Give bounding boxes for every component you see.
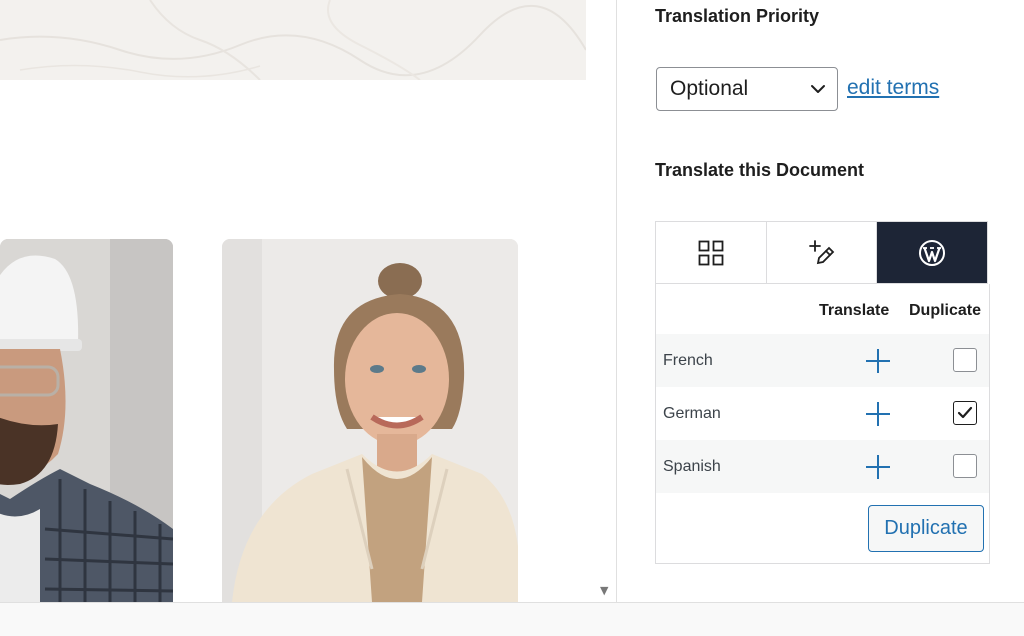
table-row: German	[656, 387, 989, 440]
pen-plus-icon	[808, 239, 834, 264]
add-translation-plus-icon[interactable]	[865, 454, 891, 480]
scroll-down-arrow-icon[interactable]: ▼	[600, 584, 608, 597]
table-header: Translate Duplicate	[656, 284, 989, 334]
duplicate-checkbox[interactable]	[953, 401, 977, 425]
grid-icon	[698, 240, 724, 265]
editor-canvas	[0, 0, 600, 602]
language-name: Spanish	[663, 457, 721, 475]
editor-footer-bar	[0, 602, 1024, 636]
translation-priority-title: Translation Priority	[655, 6, 820, 26]
table-row: Spanish	[656, 440, 989, 493]
column-header-duplicate: Duplicate	[909, 302, 982, 319]
add-translation-plus-icon[interactable]	[865, 348, 891, 374]
wordpress-icon	[919, 239, 946, 266]
translation-mode-tabs	[655, 221, 988, 284]
language-name: French	[663, 351, 713, 369]
woman-photo	[222, 239, 518, 602]
duplicate-button[interactable]: Duplicate	[868, 505, 984, 552]
translation-priority-value: Optional	[670, 77, 749, 100]
sidebar-divider	[616, 0, 617, 602]
edit-terms-link[interactable]: edit terms	[847, 76, 939, 100]
language-name: German	[663, 404, 721, 422]
tab-overview[interactable]	[656, 222, 767, 283]
table-row: French	[656, 334, 989, 387]
tab-translate-editor[interactable]	[767, 222, 878, 283]
add-translation-plus-icon[interactable]	[865, 401, 891, 427]
language-table: Translate Duplicate French German Spanis…	[655, 284, 990, 564]
column-header-translate: Translate	[819, 302, 890, 319]
translate-document-title: Translate this Document	[655, 160, 865, 180]
duplicate-checkbox[interactable]	[953, 348, 977, 372]
background-texture-image	[0, 0, 586, 80]
checkmark-icon	[957, 406, 973, 419]
translation-priority-select[interactable]: Optional	[656, 67, 838, 111]
duplicate-checkbox[interactable]	[953, 454, 977, 478]
worker-photo	[0, 239, 173, 602]
tab-wordpress-duplicate[interactable]	[877, 222, 988, 283]
chevron-down-icon	[811, 85, 825, 93]
